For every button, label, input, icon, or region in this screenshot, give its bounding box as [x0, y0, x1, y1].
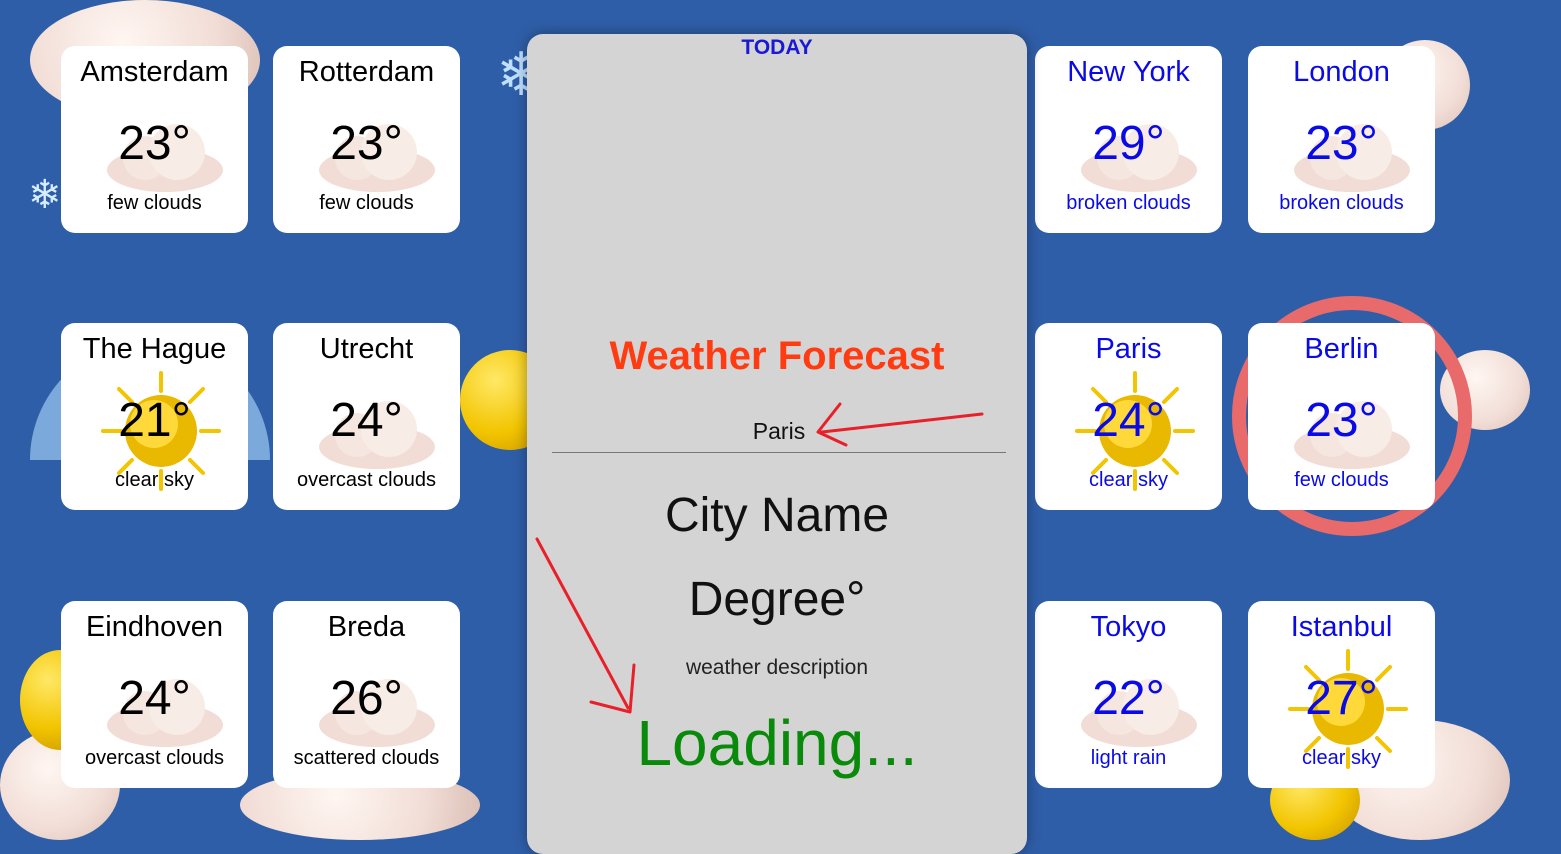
city-name: Berlin	[1304, 333, 1379, 365]
temperature: 23°	[1305, 117, 1378, 170]
temperature: 29°	[1092, 117, 1165, 170]
city-name: Istanbul	[1290, 611, 1393, 643]
page-title: Weather Forecast	[609, 334, 945, 378]
city-card-new-york[interactable]: New York 29° broken clouds	[1035, 46, 1222, 233]
weather-description: clear sky	[1302, 747, 1381, 769]
city-name: Tokyo	[1090, 611, 1167, 643]
city-card-tokyo[interactable]: Tokyo 22° light rain	[1035, 601, 1222, 788]
weather-description: clear sky	[1089, 469, 1168, 491]
temperature: 27°	[1305, 672, 1378, 725]
temperature: 24°	[1092, 394, 1165, 447]
snowflake-icon: ❄	[28, 173, 62, 217]
weather-description: broken clouds	[1066, 192, 1191, 214]
city-card-paris[interactable]: Paris 24° clear sky	[1035, 323, 1222, 510]
weather-description: overcast clouds	[85, 747, 224, 769]
city-name: The Hague	[82, 333, 227, 365]
city-name: London	[1293, 56, 1390, 88]
temperature: 23°	[1305, 394, 1378, 447]
city-name: Amsterdam	[80, 56, 229, 88]
weather-description: light rain	[1090, 747, 1167, 769]
temperature: 24°	[330, 394, 403, 447]
weather-description: few clouds	[319, 192, 414, 214]
city-card-the-hague[interactable]: The Hague 21° clear sky	[61, 323, 248, 510]
city-card-istanbul[interactable]: Istanbul 27° clear sky	[1248, 601, 1435, 788]
forecast-panel: TODAY Weather Forecast City Name Degree°…	[527, 34, 1027, 854]
city-name: Rotterdam	[298, 56, 435, 88]
weather-description: scattered clouds	[293, 747, 440, 769]
result-degree: Degree°	[688, 573, 866, 626]
weather-description: few clouds	[1294, 469, 1389, 491]
temperature: 21°	[118, 394, 191, 447]
result-weather-description: weather description	[685, 656, 869, 679]
today-label: TODAY	[741, 36, 813, 59]
city-name: Breda	[327, 611, 406, 643]
city-card-berlin[interactable]: Berlin 23° few clouds	[1248, 323, 1435, 510]
city-card-eindhoven[interactable]: Eindhoven 24° overcast clouds	[61, 601, 248, 788]
city-name: New York	[1067, 56, 1190, 88]
city-card-amsterdam[interactable]: Amsterdam 23° few clouds	[61, 46, 248, 233]
temperature: 22°	[1092, 672, 1165, 725]
temperature: 23°	[118, 117, 191, 170]
result-city-name: City Name	[664, 489, 890, 542]
city-card-utrecht[interactable]: Utrecht 24° overcast clouds	[273, 323, 460, 510]
city-card-breda[interactable]: Breda 26° scattered clouds	[273, 601, 460, 788]
loading-indicator: Loading...	[636, 707, 918, 779]
temperature: 23°	[330, 117, 403, 170]
temperature: 24°	[118, 672, 191, 725]
city-search-input[interactable]	[552, 410, 1006, 453]
temperature: 26°	[330, 672, 403, 725]
weather-description: broken clouds	[1279, 192, 1404, 214]
weather-description: clear sky	[115, 469, 194, 491]
city-card-rotterdam[interactable]: Rotterdam 23° few clouds	[273, 46, 460, 233]
city-name: Eindhoven	[85, 611, 224, 643]
city-name: Utrecht	[319, 333, 414, 365]
city-card-london[interactable]: London 23° broken clouds	[1248, 46, 1435, 233]
weather-description: few clouds	[107, 192, 202, 214]
city-name: Paris	[1095, 333, 1162, 365]
weather-description: overcast clouds	[297, 469, 436, 491]
